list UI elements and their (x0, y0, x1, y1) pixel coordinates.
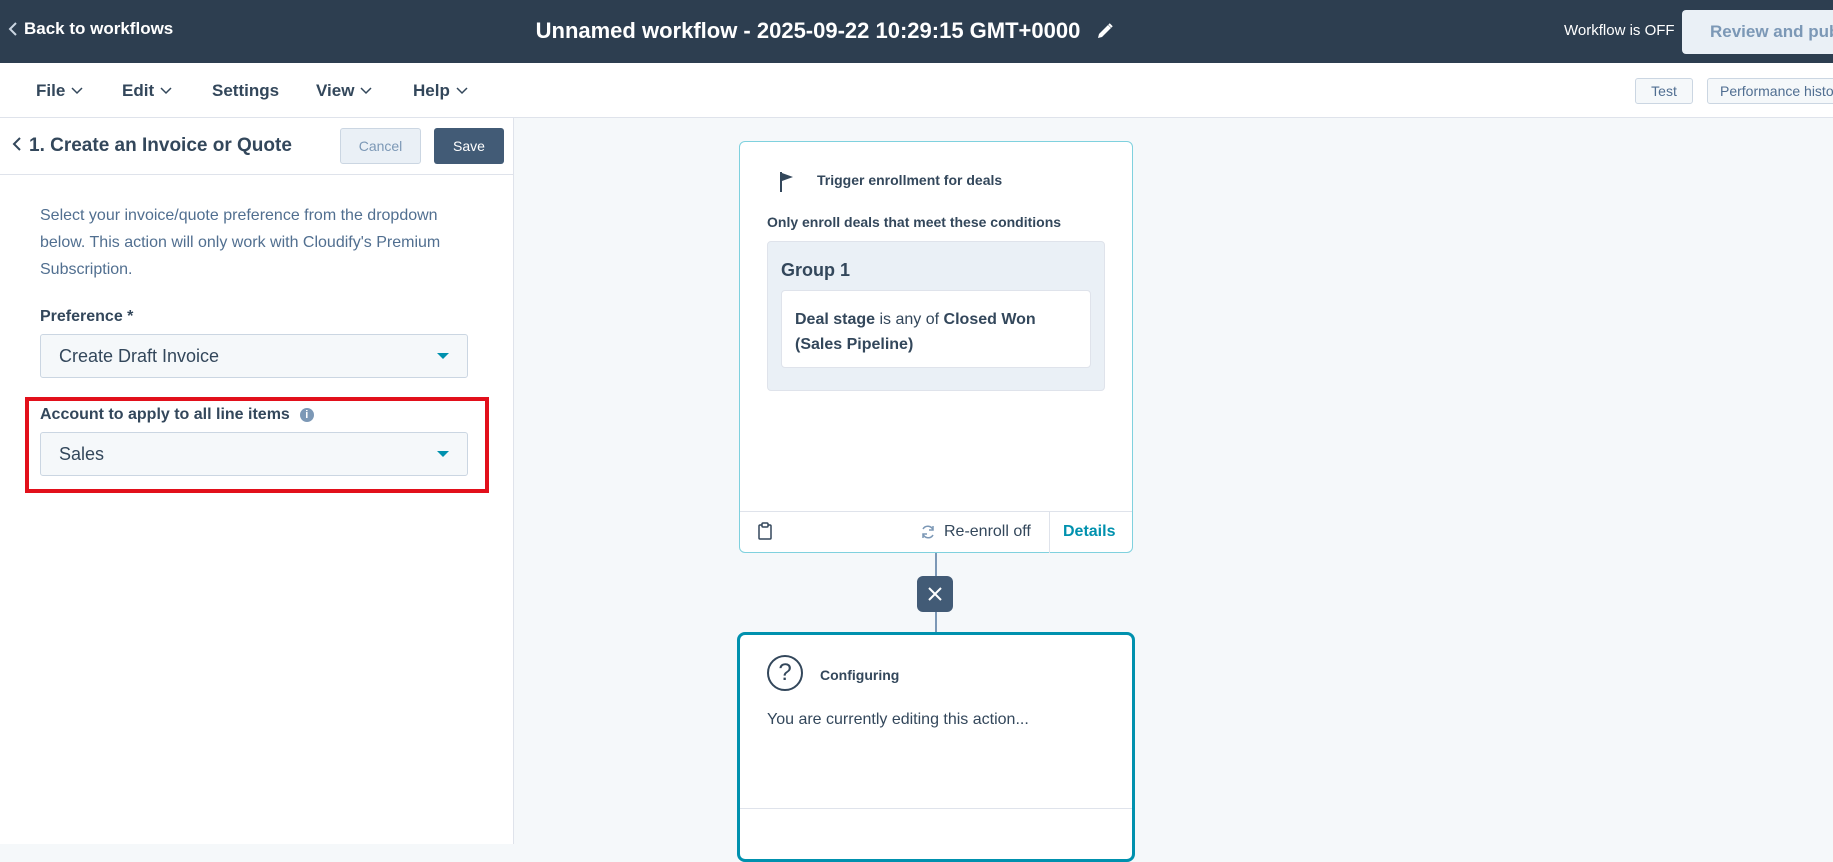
delete-action-button[interactable] (917, 576, 953, 612)
menu-help-label: Help (413, 81, 450, 100)
trigger-card[interactable]: Trigger enrollment for deals Only enroll… (739, 141, 1133, 553)
group-title: Group 1 (781, 260, 851, 280)
caret-down-icon (437, 451, 449, 457)
panel-description: Select your invoice/quote preference fro… (40, 207, 441, 278)
test-button[interactable]: Test (1635, 78, 1693, 104)
reenroll-label: Re-enroll off (944, 523, 1031, 540)
cancel-button[interactable]: Cancel (340, 128, 421, 164)
chevron-down-icon (360, 87, 372, 95)
divider (740, 808, 1132, 809)
connector-line (935, 553, 937, 576)
top-bar: Back to workflows Unnamed workflow - 202… (0, 0, 1833, 63)
trigger-footer: Re-enroll off Details (740, 511, 1132, 553)
review-and-publish-button[interactable]: Review and publish (1682, 10, 1833, 54)
close-icon (928, 587, 942, 601)
workflow-status: Workflow is OFF (1564, 22, 1675, 39)
panel-header: 1. Create an Invoice or Quote Cancel Sav… (0, 118, 513, 175)
refresh-icon (922, 525, 934, 539)
configuring-title: Configuring (820, 667, 900, 683)
menu-view[interactable]: View (316, 81, 372, 101)
menu-settings-label: Settings (212, 81, 280, 100)
account-select[interactable]: Sales (40, 432, 468, 476)
connector-line (935, 612, 937, 632)
menu-settings[interactable]: Settings (212, 81, 279, 101)
account-label: Account to apply to all line items (40, 406, 290, 423)
menu-edit-label: Edit (122, 81, 155, 100)
chevron-down-icon (160, 87, 172, 95)
workflow-title: Unnamed workflow - 2025-09-22 10:29:15 G… (535, 18, 1081, 43)
account-label-row: Account to apply to all line items i (40, 406, 314, 424)
menu-help[interactable]: Help (413, 81, 468, 101)
divider (1049, 512, 1050, 553)
performance-history-button[interactable]: Performance history (1707, 78, 1833, 104)
preference-value: Create Draft Invoice (59, 346, 220, 366)
info-icon[interactable]: i (299, 408, 314, 422)
panel-title: 1. Create an Invoice or Quote (29, 135, 292, 156)
chevron-down-icon (71, 87, 83, 95)
account-value: Sales (59, 444, 105, 464)
trigger-title: Trigger enrollment for deals (817, 172, 1003, 188)
preference-select[interactable]: Create Draft Invoice (40, 334, 468, 378)
trigger-subtitle: Only enroll deals that meet these condit… (767, 214, 1062, 230)
menu-file-label: File (36, 81, 66, 100)
menu-file[interactable]: File (36, 81, 83, 101)
menu-bar: File Edit Settings View Help Test Perfor… (0, 63, 1833, 118)
details-link[interactable]: Details (1063, 523, 1115, 541)
configuring-action-card[interactable]: ? Configuring You are currently editing … (737, 632, 1135, 862)
condition-operator: is any of (879, 311, 940, 328)
caret-down-icon (437, 353, 449, 359)
clipboard-icon[interactable] (758, 522, 772, 540)
configuring-text: You are currently editing this action... (767, 711, 1029, 728)
preference-label: Preference * (40, 308, 134, 325)
condition-filter: Deal stage is any of Closed Won (Sales P… (781, 290, 1091, 368)
condition-group: Group 1 Deal stage is any of Closed Won … (767, 241, 1105, 391)
reenroll-toggle[interactable]: Re-enroll off (920, 523, 1031, 541)
question-icon: ? (767, 655, 803, 691)
menu-edit[interactable]: Edit (122, 81, 172, 101)
chevron-left-icon[interactable] (12, 136, 22, 152)
condition-property: Deal stage (795, 311, 876, 328)
chevron-down-icon (456, 87, 468, 95)
action-config-panel: 1. Create an Invoice or Quote Cancel Sav… (0, 118, 514, 844)
flag-icon (780, 172, 793, 192)
menu-view-label: View (316, 81, 355, 100)
save-button[interactable]: Save (434, 128, 504, 164)
pencil-icon[interactable] (1096, 22, 1114, 40)
workflow-title-area: Unnamed workflow - 2025-09-22 10:29:15 G… (0, 18, 1420, 44)
